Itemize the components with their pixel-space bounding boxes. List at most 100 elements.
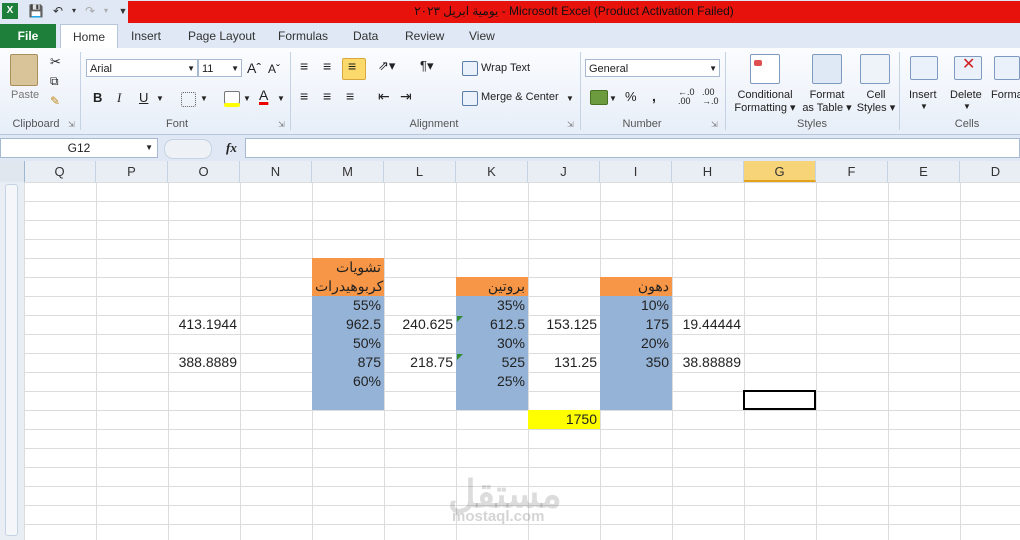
vertical-scrollbar[interactable]	[5, 184, 18, 536]
currency-icon[interactable]	[590, 90, 608, 105]
align-left-icon[interactable]: ≡	[300, 88, 308, 104]
chevron-down-icon[interactable]: ▼	[566, 94, 574, 103]
column-header-j[interactable]: J	[528, 161, 600, 182]
column-header-i[interactable]: I	[600, 161, 672, 182]
cell-k8[interactable]: 612.5	[456, 315, 528, 334]
column-header-m[interactable]: M	[312, 161, 384, 182]
increase-indent-icon[interactable]: ⇥	[400, 88, 412, 105]
cell-styles-button[interactable]: Cell Styles ▾	[856, 89, 896, 115]
cell-i7[interactable]: 10%	[600, 296, 672, 315]
underline-button[interactable]: U	[139, 90, 148, 105]
cell-h10[interactable]: 38.88889	[672, 353, 744, 372]
cell-k11[interactable]: 25%	[456, 372, 528, 391]
cell-o8[interactable]: 413.1944	[168, 315, 240, 334]
cell-k9[interactable]: 30%	[456, 334, 528, 353]
comma-button[interactable]: ,	[652, 88, 656, 104]
align-top-icon[interactable]: ≡	[300, 58, 308, 74]
paste-icon[interactable]	[10, 54, 38, 86]
cell-j8[interactable]: 153.125	[528, 315, 600, 334]
chevron-down-icon[interactable]: ▼	[920, 102, 928, 111]
cell-j13[interactable]: 1750	[528, 410, 600, 429]
cell-m6[interactable]: كربوهيدرات	[312, 277, 384, 296]
decrease-indent-icon[interactable]: ⇤	[378, 88, 390, 105]
save-icon[interactable]: 💾	[28, 3, 44, 19]
shrink-font-icon[interactable]: Aˇ	[268, 62, 280, 76]
align-center-icon[interactable]: ≡	[323, 88, 331, 104]
cell-m11[interactable]: 60%	[312, 372, 384, 391]
tab-page-layout[interactable]: Page Layout	[188, 24, 255, 48]
cell-m5[interactable]: تشويات	[312, 258, 384, 277]
tab-data[interactable]: Data	[353, 24, 378, 48]
cell-l8[interactable]: 240.625	[384, 315, 456, 334]
chevron-down-icon[interactable]: ▼	[200, 94, 208, 103]
insert-function-button[interactable]: fx	[226, 140, 237, 156]
select-all-corner[interactable]	[0, 161, 25, 182]
chevron-down-icon[interactable]: ▼	[243, 94, 251, 103]
tab-home[interactable]: Home	[60, 24, 118, 50]
cell-i9[interactable]: 20%	[600, 334, 672, 353]
conditional-formatting-button[interactable]: Conditional Formatting ▾	[732, 89, 798, 115]
number-launcher-icon[interactable]: ⇲	[711, 120, 718, 129]
column-header-n[interactable]: N	[240, 161, 312, 182]
column-header-g[interactable]: G	[744, 161, 816, 182]
formula-bar-expand[interactable]	[164, 139, 212, 159]
chevron-down-icon[interactable]: ▼	[963, 102, 971, 111]
cell-i12[interactable]	[600, 391, 672, 410]
cell-m9[interactable]: 50%	[312, 334, 384, 353]
selected-cell-g12[interactable]	[743, 390, 816, 410]
format-cells-icon[interactable]	[994, 56, 1020, 80]
wrap-text-button[interactable]: Wrap Text	[481, 62, 530, 74]
chevron-down-icon[interactable]: ▼	[156, 94, 164, 103]
copy-icon[interactable]: ⧉	[50, 74, 59, 89]
cell-m12[interactable]	[312, 391, 384, 410]
column-header-p[interactable]: P	[96, 161, 168, 182]
percent-button[interactable]: %	[625, 89, 637, 104]
cell-i10[interactable]: 350	[600, 353, 672, 372]
error-indicator-icon[interactable]	[457, 316, 463, 322]
tab-file[interactable]: File	[0, 24, 56, 48]
column-header-q[interactable]: Q	[24, 161, 96, 182]
formula-input[interactable]	[245, 138, 1020, 158]
column-header-h[interactable]: H	[672, 161, 744, 182]
format-button[interactable]: Forma	[991, 89, 1020, 101]
undo-dropdown-icon[interactable]: ▾	[66, 3, 82, 19]
column-header-l[interactable]: L	[384, 161, 456, 182]
tab-review[interactable]: Review	[405, 24, 444, 48]
name-box[interactable]: G12 ▼	[0, 138, 158, 158]
tab-insert[interactable]: Insert	[131, 24, 161, 48]
column-header-d[interactable]: D	[960, 161, 1020, 182]
align-right-icon[interactable]: ≡	[346, 88, 354, 104]
format-as-table-icon[interactable]	[812, 54, 842, 84]
cell-k10[interactable]: 525	[456, 353, 528, 372]
chevron-down-icon[interactable]: ▼	[609, 94, 617, 103]
cell-k12[interactable]	[456, 391, 528, 410]
cell-h8[interactable]: 19.44444	[672, 315, 744, 334]
number-format-select[interactable]: General ▼	[585, 59, 720, 77]
chevron-down-icon[interactable]: ▼	[277, 94, 285, 103]
align-middle-icon[interactable]: ≡	[323, 58, 331, 74]
font-size-select[interactable]: 11 ▼	[198, 59, 242, 77]
tab-view[interactable]: View	[469, 24, 495, 48]
insert-button[interactable]: Insert	[909, 89, 937, 101]
font-launcher-icon[interactable]: ⇲	[278, 120, 285, 129]
merge-center-icon[interactable]	[462, 91, 478, 106]
cell-styles-icon[interactable]	[860, 54, 890, 84]
increase-decimal-icon[interactable]: ←.0.00	[678, 88, 695, 106]
cell-k7[interactable]: 35%	[456, 296, 528, 315]
font-name-select[interactable]: Arial ▼	[86, 59, 198, 77]
orientation-icon[interactable]: ⇗▾	[378, 58, 395, 74]
bold-button[interactable]: B	[93, 90, 102, 105]
clipboard-launcher-icon[interactable]: ⇲	[68, 120, 75, 129]
column-header-e[interactable]: E	[888, 161, 960, 182]
text-direction-icon[interactable]: ¶▾	[420, 58, 434, 74]
format-painter-icon[interactable]: ✎	[50, 94, 60, 108]
cell-l10[interactable]: 218.75	[384, 353, 456, 372]
paste-button[interactable]: Paste	[11, 89, 39, 101]
redo-dropdown-icon[interactable]: ▾	[98, 3, 114, 19]
insert-cells-icon[interactable]	[910, 56, 938, 80]
column-header-k[interactable]: K	[456, 161, 528, 182]
cut-icon[interactable]: ✂	[50, 54, 61, 70]
delete-button[interactable]: Delete	[950, 89, 982, 101]
column-header-f[interactable]: F	[816, 161, 888, 182]
cell-m10[interactable]: 875	[312, 353, 384, 372]
